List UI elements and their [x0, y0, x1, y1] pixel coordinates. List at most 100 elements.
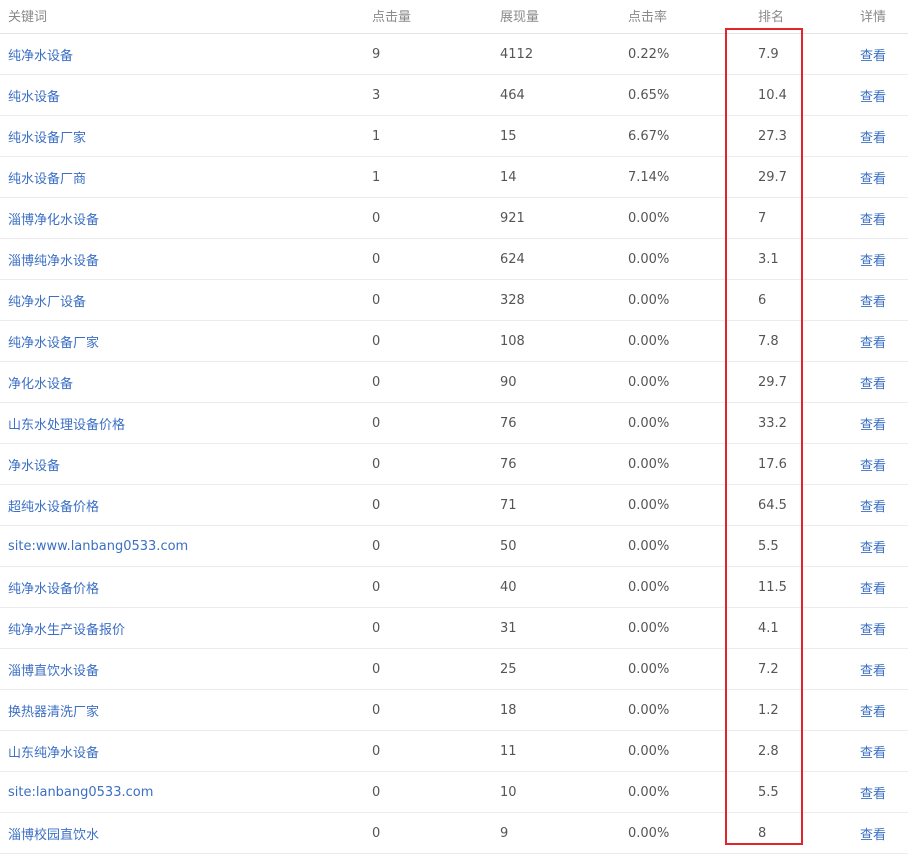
keyword-link[interactable]: 淄博净化水设备: [8, 198, 99, 238]
impressions-cell: 4112: [500, 46, 534, 62]
keyword-link[interactable]: 换热器清洗厂家: [8, 690, 99, 730]
impressions-cell: 10: [500, 784, 517, 800]
clicks-cell: 0: [372, 415, 381, 431]
clicks-cell: 0: [372, 743, 381, 759]
keyword-link[interactable]: 淄博纯净水设备: [8, 239, 99, 279]
view-detail-link[interactable]: 查看: [860, 198, 886, 238]
ctr-cell: 0.00%: [628, 456, 670, 472]
keyword-link[interactable]: 纯水设备厂家: [8, 116, 86, 156]
table-row: 纯水设备厂家 1 15 6.67% 27.3 查看: [0, 116, 908, 157]
keyword-link[interactable]: 山东水处理设备价格: [8, 403, 125, 443]
keyword-link[interactable]: 纯净水设备厂家: [8, 321, 99, 361]
view-detail-link[interactable]: 查看: [860, 690, 886, 730]
ctr-cell: 0.00%: [628, 415, 670, 431]
keyword-link[interactable]: site:www.lanbang0533.com: [8, 526, 188, 566]
view-detail-link[interactable]: 查看: [860, 280, 886, 320]
keyword-link[interactable]: 超纯水设备价格: [8, 485, 99, 525]
rank-cell: 64.5: [758, 497, 787, 513]
clicks-cell: 0: [372, 251, 381, 267]
table-row: 淄博直饮水设备 0 25 0.00% 7.2 查看: [0, 649, 908, 690]
header-keyword[interactable]: 关键词: [8, 0, 47, 33]
keyword-link[interactable]: 净水设备: [8, 444, 60, 484]
view-detail-link[interactable]: 查看: [860, 649, 886, 689]
ctr-cell: 0.00%: [628, 620, 670, 636]
impressions-cell: 71: [500, 497, 517, 513]
keyword-link[interactable]: 淄博校园直饮水: [8, 813, 99, 853]
view-detail-link[interactable]: 查看: [860, 116, 886, 156]
impressions-cell: 464: [500, 87, 525, 103]
view-detail-link[interactable]: 查看: [860, 34, 886, 74]
clicks-cell: 0: [372, 825, 381, 841]
impressions-cell: 14: [500, 169, 517, 185]
ctr-cell: 0.00%: [628, 661, 670, 677]
keyword-table: 关键词 点击量 展现量 点击率 排名 详情 纯净水设备 9 4112 0.22% 7.9…: [0, 0, 908, 854]
table-row: 纯水设备厂商 1 14 7.14% 29.7 查看: [0, 157, 908, 198]
table-row: 净化水设备 0 90 0.00% 29.7 查看: [0, 362, 908, 403]
table-row: 净水设备 0 76 0.00% 17.6 查看: [0, 444, 908, 485]
clicks-cell: 0: [372, 292, 381, 308]
impressions-cell: 18: [500, 702, 517, 718]
table-row: 换热器清洗厂家 0 18 0.00% 1.2 查看: [0, 690, 908, 731]
view-detail-link[interactable]: 查看: [860, 567, 886, 607]
view-detail-link[interactable]: 查看: [860, 608, 886, 648]
keyword-link[interactable]: site:lanbang0533.com: [8, 772, 153, 812]
table-body: 纯净水设备 9 4112 0.22% 7.9 查看 纯水设备 3 464 0.65% 10.4 查看纯…: [0, 34, 908, 854]
view-detail-link[interactable]: 查看: [860, 813, 886, 853]
clicks-cell: 3: [372, 87, 381, 103]
clicks-cell: 0: [372, 702, 381, 718]
keyword-link[interactable]: 纯净水设备价格: [8, 567, 99, 607]
view-detail-link[interactable]: 查看: [860, 157, 886, 197]
view-detail-link[interactable]: 查看: [860, 321, 886, 361]
table-row: 纯净水设备 9 4112 0.22% 7.9 查看: [0, 34, 908, 75]
view-detail-link[interactable]: 查看: [860, 526, 886, 566]
keyword-link[interactable]: 纯水设备厂商: [8, 157, 86, 197]
ctr-cell: 0.00%: [628, 292, 670, 308]
header-impressions[interactable]: 展现量: [500, 0, 539, 33]
ctr-cell: 0.00%: [628, 825, 670, 841]
rank-cell: 1.2: [758, 702, 779, 718]
table-row: 淄博校园直饮水 0 9 0.00% 8 查看: [0, 813, 908, 854]
view-detail-link[interactable]: 查看: [860, 731, 886, 771]
rank-cell: 7.2: [758, 661, 779, 677]
header-clicks[interactable]: 点击量: [372, 0, 411, 33]
ctr-cell: 0.00%: [628, 743, 670, 759]
impressions-cell: 40: [500, 579, 517, 595]
ctr-cell: 0.00%: [628, 784, 670, 800]
view-detail-link[interactable]: 查看: [860, 403, 886, 443]
table-row: site:lanbang0533.com 0 10 0.00% 5.5 查看: [0, 772, 908, 813]
rank-cell: 3.1: [758, 251, 779, 267]
impressions-cell: 624: [500, 251, 525, 267]
rank-cell: 17.6: [758, 456, 787, 472]
ctr-cell: 0.00%: [628, 702, 670, 718]
keyword-link[interactable]: 纯水设备: [8, 75, 60, 115]
clicks-cell: 0: [372, 579, 381, 595]
view-detail-link[interactable]: 查看: [860, 444, 886, 484]
rank-cell: 10.4: [758, 87, 787, 103]
impressions-cell: 328: [500, 292, 525, 308]
rank-cell: 11.5: [758, 579, 787, 595]
view-detail-link[interactable]: 查看: [860, 75, 886, 115]
keyword-link[interactable]: 纯净水设备: [8, 34, 73, 74]
impressions-cell: 90: [500, 374, 517, 390]
ctr-cell: 0.00%: [628, 579, 670, 595]
keyword-link[interactable]: 山东纯净水设备: [8, 731, 99, 771]
impressions-cell: 108: [500, 333, 525, 349]
view-detail-link[interactable]: 查看: [860, 485, 886, 525]
clicks-cell: 0: [372, 210, 381, 226]
clicks-cell: 1: [372, 169, 381, 185]
keyword-link[interactable]: 纯净水生产设备报价: [8, 608, 125, 648]
rank-cell: 8: [758, 825, 767, 841]
header-rank[interactable]: 排名: [758, 0, 784, 33]
keyword-link[interactable]: 净化水设备: [8, 362, 73, 402]
view-detail-link[interactable]: 查看: [860, 362, 886, 402]
table-row: 淄博纯净水设备 0 624 0.00% 3.1 查看: [0, 239, 908, 280]
header-ctr[interactable]: 点击率: [628, 0, 667, 33]
rank-cell: 5.5: [758, 538, 779, 554]
view-detail-link[interactable]: 查看: [860, 772, 886, 812]
table-row: 淄博净化水设备 0 921 0.00% 7 查看: [0, 198, 908, 239]
keyword-link[interactable]: 淄博直饮水设备: [8, 649, 99, 689]
view-detail-link[interactable]: 查看: [860, 239, 886, 279]
clicks-cell: 0: [372, 661, 381, 677]
keyword-link[interactable]: 纯净水厂设备: [8, 280, 86, 320]
rank-cell: 6: [758, 292, 767, 308]
